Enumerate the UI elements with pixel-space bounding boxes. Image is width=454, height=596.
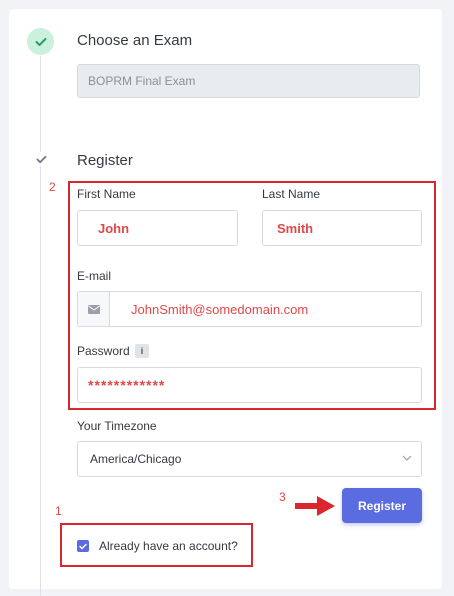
check-icon [36, 155, 46, 163]
info-icon[interactable]: i [135, 344, 149, 358]
last-name-label: Last Name [262, 187, 321, 201]
email-label: E-mail [77, 269, 112, 283]
password-label: Password [77, 344, 130, 358]
timezone-select[interactable]: America/Chicago [77, 441, 422, 477]
password-input[interactable]: ************ [77, 367, 422, 403]
timezone-label: Your Timezone [77, 419, 157, 433]
email-value: JohnSmith@somedomain.com [131, 301, 309, 317]
annotation-2: 2 [49, 180, 56, 194]
stepper-line [40, 56, 41, 596]
first-name-label: First Name [77, 187, 136, 201]
last-name-value: Smith [277, 220, 314, 236]
email-input[interactable]: JohnSmith@somedomain.com [77, 291, 422, 327]
first-name-value: John [98, 220, 130, 236]
exam-selected-field: BOPRM Final Exam [77, 64, 420, 98]
timezone-value: America/Chicago [90, 452, 182, 466]
annotation-1: 1 [55, 504, 62, 518]
arrow-right-icon [295, 496, 335, 516]
step-title-register: Register [77, 152, 133, 169]
check-icon [79, 543, 87, 549]
annotation-3: 3 [279, 490, 286, 504]
check-icon [35, 37, 46, 46]
register-button[interactable]: Register [342, 488, 422, 523]
envelope-icon [87, 304, 100, 314]
chevron-down-icon [402, 455, 412, 461]
already-account-checkbox[interactable] [77, 540, 89, 552]
first-name-input[interactable]: John [77, 210, 238, 246]
step-complete-badge [27, 28, 54, 55]
step-title-exam: Choose an Exam [77, 32, 193, 49]
last-name-input[interactable]: Smith [262, 210, 422, 246]
password-value: ************ [88, 377, 166, 393]
step-register-check [34, 152, 48, 166]
email-icon-addon [78, 292, 110, 326]
already-account-label[interactable]: Already have an account? [99, 539, 238, 553]
